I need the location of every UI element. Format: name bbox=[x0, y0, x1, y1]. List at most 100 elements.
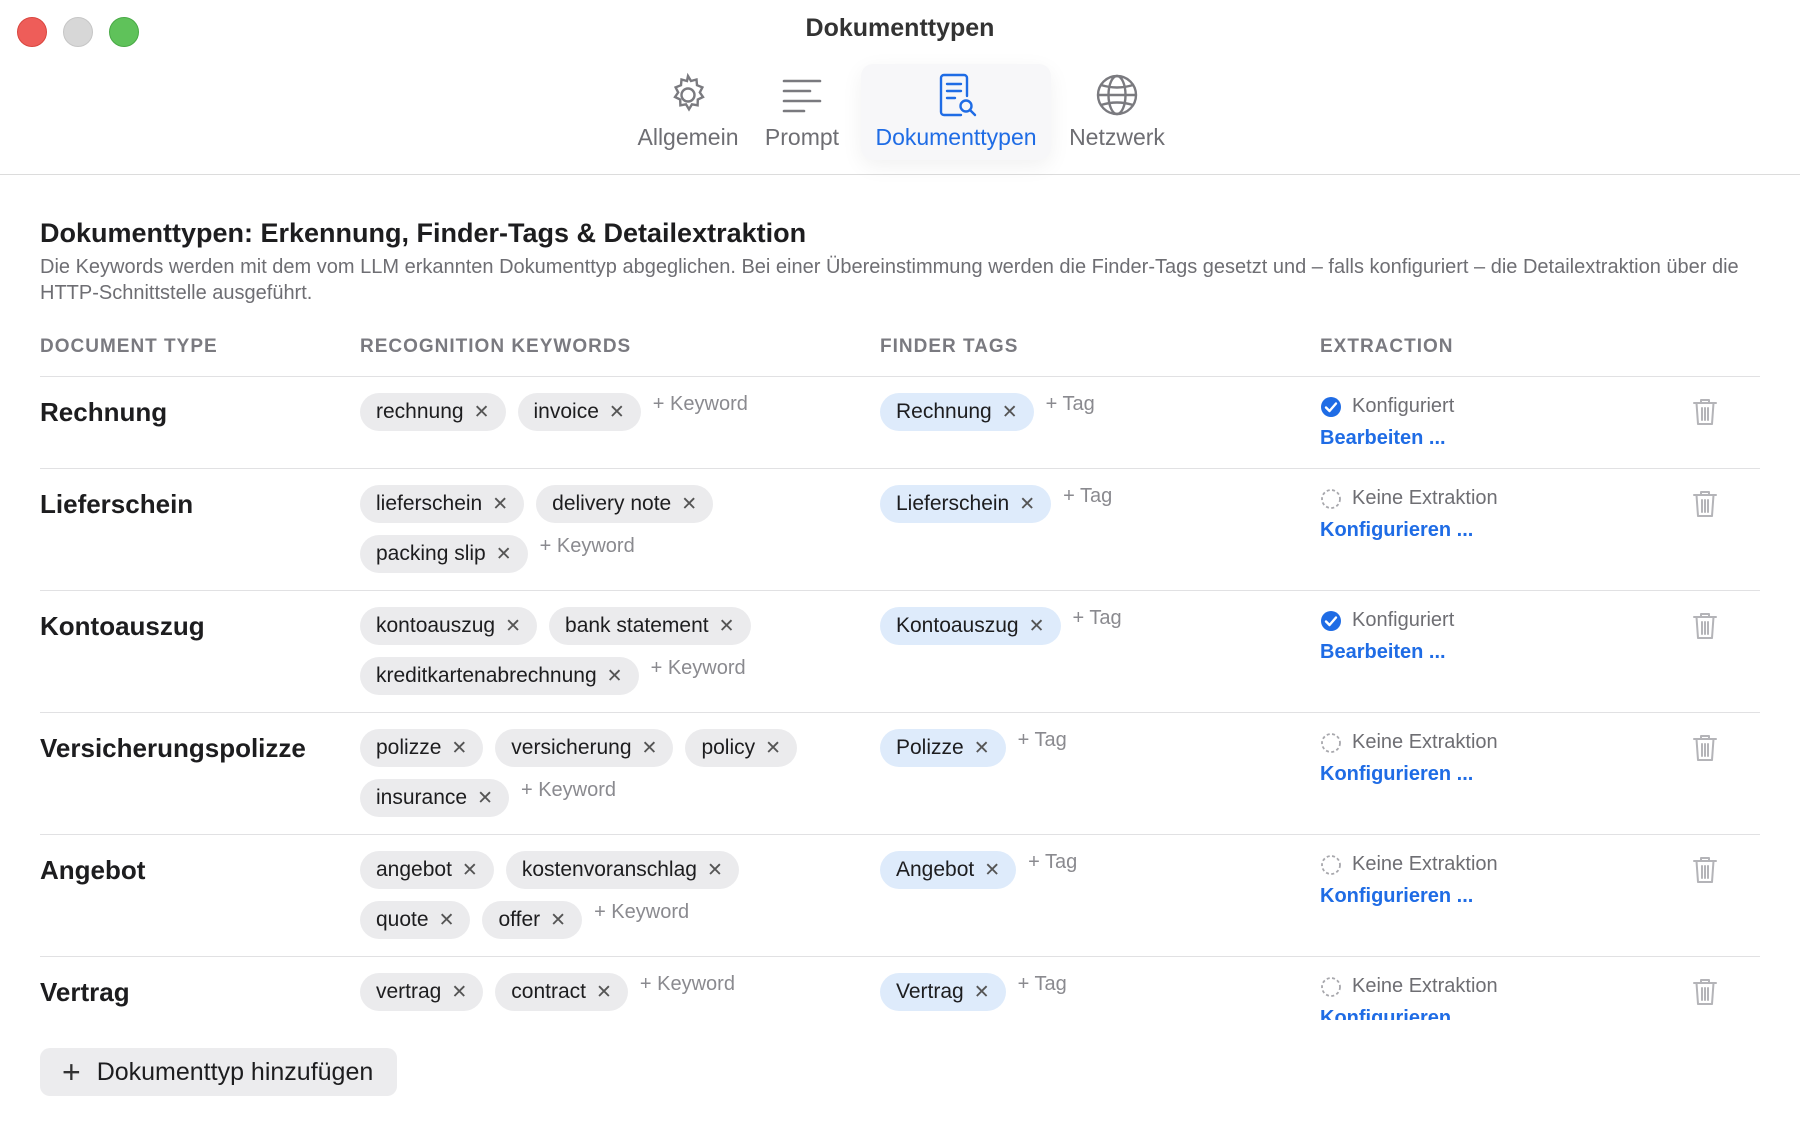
remove-tag-icon[interactable]: ✕ bbox=[974, 737, 990, 760]
keyword-chip-list: vertrag ✕ contract ✕ + Keyword bbox=[360, 973, 860, 1020]
tab-prompt[interactable]: Prompt bbox=[752, 64, 852, 160]
trash-icon[interactable] bbox=[1692, 733, 1718, 763]
tab-label: Dokumenttypen bbox=[875, 124, 1037, 150]
remove-keyword-icon[interactable]: ✕ bbox=[477, 787, 493, 810]
add-keyword-button[interactable]: + Keyword bbox=[540, 527, 635, 565]
remove-keyword-icon[interactable]: ✕ bbox=[607, 665, 623, 688]
remove-tag-icon[interactable]: ✕ bbox=[974, 981, 990, 1004]
document-type-name[interactable]: Angebot bbox=[40, 855, 305, 886]
remove-keyword-icon[interactable]: ✕ bbox=[707, 859, 723, 882]
keyword-chip-label: contract bbox=[511, 980, 586, 1003]
add-keyword-button[interactable]: + Keyword bbox=[640, 965, 735, 1003]
toolbar: Dokumenttypen Allgemein Prompt Dokumentt… bbox=[0, 0, 1800, 175]
document-type-name[interactable]: Versicherungspolizze bbox=[40, 733, 305, 764]
remove-keyword-icon[interactable]: ✕ bbox=[474, 401, 490, 424]
remove-keyword-icon[interactable]: ✕ bbox=[492, 493, 508, 516]
keyword-chip-list: polizze ✕ versicherung ✕ policy ✕ insurance ✕ + … bbox=[360, 729, 860, 829]
add-document-type-label: Dokumenttyp hinzufügen bbox=[96, 1057, 374, 1086]
tag-chip-list: Kontoauszug ✕ + Tag bbox=[880, 607, 1300, 657]
configure-extraction-link[interactable]: Konfigurieren ... bbox=[1320, 885, 1498, 908]
remove-keyword-icon[interactable]: ✕ bbox=[439, 909, 455, 932]
finder-tag-label: Kontoauszug bbox=[896, 614, 1019, 637]
checkmark-circle-icon bbox=[1321, 396, 1341, 417]
add-tag-button[interactable]: + Tag bbox=[1046, 385, 1095, 423]
remove-keyword-icon[interactable]: ✕ bbox=[550, 909, 566, 932]
remove-keyword-icon[interactable]: ✕ bbox=[765, 737, 781, 760]
keyword-chip-label: lieferschein bbox=[376, 492, 483, 515]
trash-icon[interactable] bbox=[1692, 855, 1718, 885]
remove-keyword-icon[interactable]: ✕ bbox=[496, 543, 512, 566]
finder-tag-chip: Lieferschein ✕ bbox=[880, 485, 1052, 523]
tab-allgemein[interactable]: Allgemein bbox=[628, 64, 748, 160]
finder-tag-chip: Kontoauszug ✕ bbox=[880, 607, 1061, 645]
remove-keyword-icon[interactable]: ✕ bbox=[451, 737, 467, 760]
add-keyword-button[interactable]: + Keyword bbox=[521, 771, 616, 809]
keyword-chip-label: offer bbox=[498, 908, 541, 931]
keyword-chip: delivery note ✕ bbox=[536, 485, 714, 523]
remove-keyword-icon[interactable]: ✕ bbox=[596, 981, 612, 1004]
trash-icon[interactable] bbox=[1692, 977, 1718, 1007]
document-type-name[interactable]: Kontoauszug bbox=[40, 611, 305, 642]
keyword-chip-label: bank statement bbox=[565, 614, 709, 637]
extraction-status: Keine Extraktion bbox=[1320, 731, 1498, 754]
remove-keyword-icon[interactable]: ✕ bbox=[681, 493, 697, 516]
extraction-status: Keine Extraktion bbox=[1320, 487, 1498, 510]
tab-label: Netzwerk bbox=[1069, 124, 1165, 150]
keyword-chip: angebot ✕ bbox=[360, 851, 494, 889]
extraction-status-label: Konfiguriert bbox=[1352, 395, 1455, 417]
add-tag-button[interactable]: + Tag bbox=[1028, 843, 1077, 881]
document-type-row: Rechnung rechnung ✕ invoice ✕ + Keyword Rechnu… bbox=[40, 376, 1760, 468]
configure-extraction-link[interactable]: Konfigurieren ... bbox=[1320, 519, 1498, 542]
document-type-row: Lieferschein lieferschein ✕ delivery note ✕ p… bbox=[40, 468, 1760, 590]
configure-extraction-link[interactable]: Konfigurieren ... bbox=[1320, 1007, 1498, 1020]
edit-extraction-link[interactable]: Bearbeiten ... bbox=[1320, 427, 1454, 450]
trash-icon[interactable] bbox=[1692, 611, 1718, 641]
document-type-name[interactable]: Lieferschein bbox=[40, 489, 305, 520]
trash-icon[interactable] bbox=[1692, 397, 1718, 427]
add-keyword-button[interactable]: + Keyword bbox=[653, 385, 748, 423]
tab-netzwerk[interactable]: Netzwerk bbox=[1062, 64, 1172, 160]
keyword-chip: kostenvoranschlag ✕ bbox=[505, 851, 739, 889]
configure-extraction-link[interactable]: Konfigurieren ... bbox=[1320, 763, 1498, 786]
finder-tag-chip: Polizze ✕ bbox=[880, 729, 1006, 767]
document-type-name[interactable]: Rechnung bbox=[40, 397, 305, 428]
remove-keyword-icon[interactable]: ✕ bbox=[462, 859, 478, 882]
keyword-chip: lieferschein ✕ bbox=[360, 485, 525, 523]
keyword-chip: kreditkartenabrechnung ✕ bbox=[360, 657, 639, 695]
add-tag-button[interactable]: + Tag bbox=[1073, 599, 1122, 637]
remove-tag-icon[interactable]: ✕ bbox=[1029, 615, 1045, 638]
remove-tag-icon[interactable]: ✕ bbox=[984, 859, 1000, 882]
section-description: Die Keywords werden mit dem vom LLM erka… bbox=[40, 256, 1739, 304]
keyword-chip-label: angebot bbox=[376, 858, 452, 881]
add-document-type-button[interactable]: + Dokumenttyp hinzufügen bbox=[40, 1048, 398, 1096]
keyword-chip-label: kontoauszug bbox=[376, 614, 496, 637]
add-keyword-button[interactable]: + Keyword bbox=[651, 649, 746, 687]
gear-icon bbox=[673, 72, 705, 112]
document-type-name[interactable]: Vertrag bbox=[40, 977, 305, 1008]
tag-chip-list: Rechnung ✕ + Tag bbox=[880, 393, 1300, 443]
extraction-cell: Keine Extraktion Konfigurieren ... bbox=[1320, 731, 1498, 786]
remove-keyword-icon[interactable]: ✕ bbox=[451, 981, 467, 1004]
remove-tag-icon[interactable]: ✕ bbox=[1019, 493, 1035, 516]
keyword-chip-label: polizze bbox=[376, 736, 442, 759]
document-type-list: Rechnung rechnung ✕ invoice ✕ + Keyword Rechnu… bbox=[40, 376, 1760, 1020]
trash-icon[interactable] bbox=[1692, 489, 1718, 519]
keyword-chip-label: kreditkartenabrechnung bbox=[376, 664, 597, 687]
remove-tag-icon[interactable]: ✕ bbox=[1002, 401, 1018, 424]
keyword-chip-list: angebot ✕ kostenvoranschlag ✕ quote ✕ offer ✕ + … bbox=[360, 851, 860, 951]
add-tag-button[interactable]: + Tag bbox=[1018, 721, 1067, 759]
add-tag-button[interactable]: + Tag bbox=[1018, 965, 1067, 1003]
edit-extraction-link[interactable]: Bearbeiten ... bbox=[1320, 641, 1454, 664]
keyword-chip-list: kontoauszug ✕ bank statement ✕ kreditkartena… bbox=[360, 607, 860, 707]
keyword-chip-label: versicherung bbox=[511, 736, 632, 759]
document-search-icon bbox=[939, 73, 977, 117]
add-tag-button[interactable]: + Tag bbox=[1063, 477, 1112, 515]
remove-keyword-icon[interactable]: ✕ bbox=[505, 615, 521, 638]
remove-keyword-icon[interactable]: ✕ bbox=[609, 401, 625, 424]
remove-keyword-icon[interactable]: ✕ bbox=[642, 737, 658, 760]
tab-label: Prompt bbox=[764, 124, 840, 150]
add-keyword-button[interactable]: + Keyword bbox=[594, 893, 689, 931]
remove-keyword-icon[interactable]: ✕ bbox=[719, 615, 735, 638]
keyword-chip: versicherung ✕ bbox=[495, 729, 674, 767]
tab-dokumenttypen[interactable]: Dokumenttypen bbox=[861, 64, 1051, 160]
